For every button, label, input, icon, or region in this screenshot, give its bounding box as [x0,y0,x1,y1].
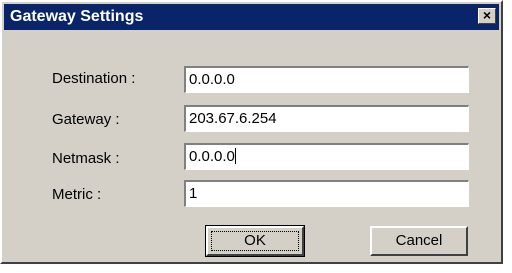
title-bar[interactable]: Gateway Settings × [4,4,499,30]
destination-label: Destination : [52,70,136,87]
gateway-value: 203.67.6.254 [189,110,277,127]
gateway-label: Gateway : [52,111,120,128]
cancel-button[interactable]: Cancel [370,226,468,256]
text-caret [234,148,236,164]
netmask-field[interactable]: 0.0.0.0 [184,143,469,170]
gateway-settings-dialog: Gateway Settings × Destination : 0.0.0.0… [0,0,503,264]
metric-field[interactable]: 1 [184,180,469,207]
netmask-value: 0.0.0.0 [189,148,235,165]
dialog-title: Gateway Settings [10,8,144,25]
close-icon[interactable]: × [478,8,496,24]
destination-value: 0.0.0.0 [189,71,235,88]
netmask-label: Netmask : [52,150,120,167]
gateway-field[interactable]: 203.67.6.254 [184,105,469,132]
focus-rect [211,231,299,251]
metric-value: 1 [189,185,198,202]
metric-label: Metric : [52,186,102,203]
cancel-button-label: Cancel [395,232,443,249]
destination-field[interactable]: 0.0.0.0 [184,66,469,93]
ok-button[interactable]: OK [205,225,305,257]
